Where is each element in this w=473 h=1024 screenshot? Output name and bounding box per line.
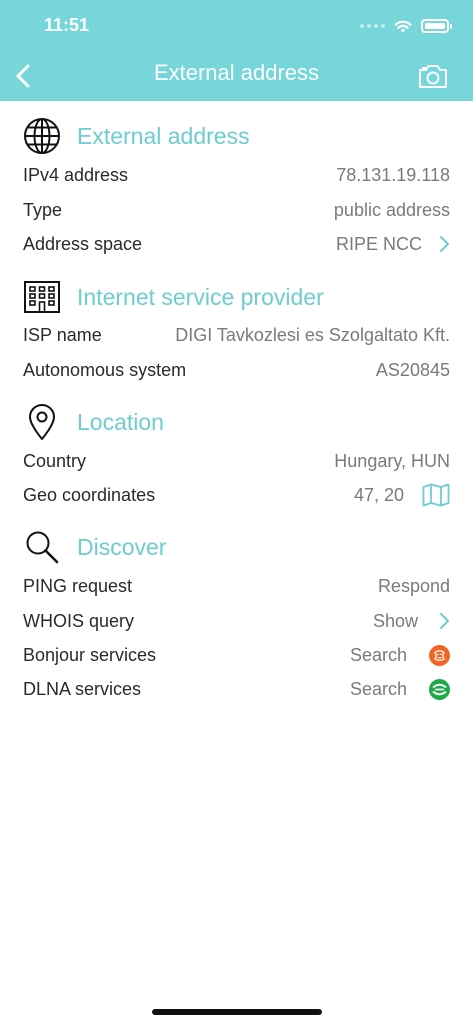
row-value: DIGI Tavkozlesi es Szolgaltato Kft. [175, 324, 450, 345]
row-value: Show [372, 610, 418, 631]
section-title: Location [77, 408, 164, 435]
row-label: Autonomous system [23, 359, 187, 380]
dlna-icon [429, 678, 450, 700]
row-label: IPv4 address [23, 164, 129, 185]
row-autonomous-system: Autonomous system AS20845 [23, 355, 450, 385]
section-external-address: External address [22, 116, 250, 156]
row-bonjour-services[interactable]: Bonjour services Search [23, 640, 450, 670]
row-value: public address [333, 199, 450, 220]
camera-button[interactable] [417, 62, 449, 90]
page-title: External address [153, 60, 320, 85]
map-pin-icon [22, 402, 62, 442]
section-location: Location [22, 402, 164, 442]
nav-header: 11:51 External address [0, 0, 473, 101]
cellular-signal-icon [360, 24, 385, 28]
section-title: External address [77, 122, 250, 149]
chevron-right-icon [438, 612, 450, 630]
row-value: 47, 20 [353, 484, 404, 505]
row-label: ISP name [23, 324, 102, 345]
wifi-icon [394, 20, 412, 33]
bonjour-icon [429, 644, 450, 666]
row-whois-query[interactable]: WHOIS query Show [23, 606, 450, 636]
row-value: Search [349, 678, 407, 699]
status-time: 11:51 [44, 15, 90, 35]
row-value: Hungary, HUN [334, 450, 450, 471]
row-type: Type public address [23, 195, 450, 225]
section-title: Discover [77, 533, 167, 560]
chevron-right-icon [438, 235, 450, 253]
row-geo-coordinates[interactable]: Geo coordinates 47, 20 [23, 480, 450, 510]
row-address-space[interactable]: Address space RIPE NCC [23, 229, 450, 259]
row-isp-name: ISP name DIGI Tavkozlesi es Szolgaltato … [23, 320, 450, 350]
row-label: Geo coordinates [23, 484, 156, 505]
row-label: Country [23, 450, 87, 471]
row-label: WHOIS query [23, 610, 135, 631]
map-icon [422, 483, 450, 507]
globe-icon [22, 116, 62, 156]
row-value: Respond [377, 575, 450, 596]
section-title: Internet service provider [77, 283, 324, 310]
row-label: Address space [23, 233, 143, 254]
section-discover: Discover [22, 527, 166, 567]
camera-icon [419, 65, 447, 88]
magnifier-icon [22, 527, 62, 567]
row-value: 78.131.19.118 [336, 164, 450, 185]
building-icon [22, 277, 62, 317]
row-ping-request[interactable]: PING request Respond [23, 571, 450, 601]
row-dlna-services[interactable]: DLNA services Search [23, 674, 450, 704]
row-country: Country Hungary, HUN [23, 446, 450, 476]
row-value: RIPE NCC [335, 233, 422, 254]
row-label: Bonjour services [23, 644, 157, 665]
row-label: DLNA services [23, 678, 142, 699]
row-ipv4-address: IPv4 address 78.131.19.118 [23, 160, 450, 190]
row-label: Type [23, 199, 63, 220]
row-label: PING request [23, 575, 133, 596]
home-indicator[interactable] [152, 1009, 322, 1015]
status-indicators [360, 16, 452, 36]
row-value: Search [349, 644, 407, 665]
battery-icon [421, 19, 452, 33]
section-isp: Internet service provider [22, 277, 324, 317]
row-value: AS20845 [375, 359, 450, 380]
